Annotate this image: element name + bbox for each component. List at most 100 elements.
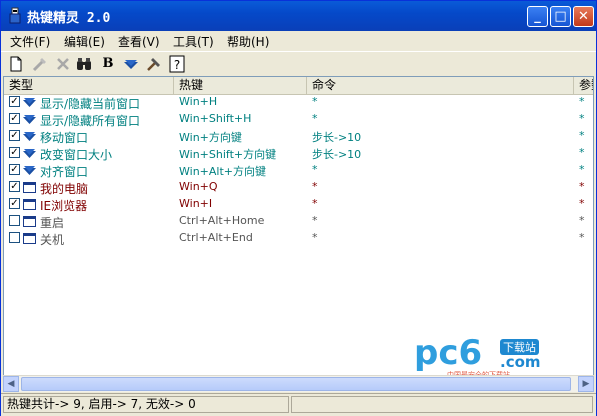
row-name: 移动窗口 (40, 131, 89, 145)
table-row[interactable]: 关机 Ctrl+Alt+End * * (4, 230, 593, 247)
app-logo-icon (9, 7, 21, 24)
down-arrow-icon (23, 149, 36, 158)
table-row[interactable]: ✓ 显示/隐藏所有窗口 Win+Shift+H * * (4, 111, 593, 128)
row-checkbox[interactable]: ✓ (9, 113, 20, 124)
menu-file[interactable]: 文件(F) (10, 33, 50, 50)
row-command: * (312, 214, 318, 227)
row-param: * (579, 146, 585, 159)
toolbar: B ? (1, 51, 596, 76)
help-icon[interactable]: ? (168, 55, 186, 73)
menu-edit[interactable]: 编辑(E) (64, 33, 105, 50)
menu-help[interactable]: 帮助(H) (227, 33, 269, 50)
row-name: 改变窗口大小 (40, 148, 113, 162)
row-hotkey: Ctrl+Alt+End (179, 231, 253, 244)
status-text: 热键共计-> 9, 启用-> 7, 无效-> 0 (3, 396, 289, 413)
table-row[interactable]: ✓ 我的电脑 Win+Q * * (4, 179, 593, 196)
binoculars-icon[interactable] (75, 55, 93, 73)
column-header-command[interactable]: 命令 (307, 77, 574, 94)
row-name: 关机 (40, 233, 65, 247)
table-row[interactable]: ✓ IE浏览器 Win+I * * (4, 196, 593, 213)
row-checkbox[interactable]: ✓ (9, 164, 20, 175)
new-file-icon[interactable] (7, 55, 25, 73)
row-param: * (579, 95, 585, 108)
row-param: * (579, 163, 585, 176)
status-bar: 热键共计-> 9, 启用-> 7, 无效-> 0 (1, 393, 596, 416)
row-command: * (312, 95, 318, 108)
row-checkbox[interactable] (9, 232, 20, 243)
row-checkbox[interactable]: ✓ (9, 198, 20, 209)
row-checkbox[interactable]: ✓ (9, 181, 20, 192)
horizontal-scrollbar[interactable]: ◀ ▶ (3, 375, 594, 392)
column-header-param[interactable]: 参数 (574, 77, 593, 94)
row-param: * (579, 197, 585, 210)
row-checkbox[interactable] (9, 215, 20, 226)
row-command: 步长->10 (312, 148, 362, 161)
table-row[interactable]: ✓ 移动窗口 Win+方向键 步长->10 * (4, 128, 593, 145)
row-hotkey: Win+H (179, 95, 218, 108)
row-checkbox[interactable]: ✓ (9, 147, 20, 158)
menu-tools[interactable]: 工具(T) (173, 33, 214, 50)
scroll-left-button[interactable]: ◀ (3, 376, 19, 392)
brush-icon[interactable] (31, 55, 49, 73)
window-icon (23, 233, 36, 244)
row-hotkey: Win+I (179, 197, 213, 210)
minimize-icon: _ (534, 9, 541, 24)
row-command: * (312, 163, 318, 176)
table-row[interactable]: ✓ 对齐窗口 Win+Alt+方向键 * * (4, 162, 593, 179)
row-hotkey: Win+Q (179, 180, 218, 193)
watermark-logo: pc6 (414, 333, 483, 373)
menu-bar: 文件(F) 编辑(E) 查看(V) 工具(T) 帮助(H) (1, 31, 596, 51)
row-name: 显示/隐藏所有窗口 (40, 114, 141, 128)
status-panel-empty (291, 396, 593, 413)
down-arrow-icon (23, 115, 36, 124)
row-command: * (312, 180, 318, 193)
row-param: * (579, 214, 585, 227)
row-hotkey: Win+Shift+方向键 (179, 148, 277, 161)
row-hotkey: Win+方向键 (179, 131, 242, 144)
row-param: * (579, 112, 585, 125)
chevron-left-icon: ◀ (7, 379, 15, 389)
row-command: * (312, 112, 318, 125)
scroll-right-button[interactable]: ▶ (578, 376, 594, 392)
delete-x-icon[interactable] (54, 55, 72, 73)
svg-text:?: ? (174, 58, 180, 72)
row-name: IE浏览器 (40, 199, 88, 213)
row-command: 步长->10 (312, 131, 362, 144)
hammer-icon[interactable] (145, 55, 163, 73)
maximize-button[interactable]: □ (550, 6, 571, 27)
scroll-thumb[interactable] (21, 377, 571, 391)
window-icon (23, 199, 36, 210)
row-name: 重启 (40, 216, 65, 230)
watermark-domain: .com (500, 353, 541, 371)
minimize-button[interactable]: _ (527, 6, 548, 27)
close-icon: ✕ (578, 9, 589, 24)
column-header-hotkey[interactable]: 热键 (174, 77, 307, 94)
row-param: * (579, 129, 585, 142)
table-row[interactable]: 重启 Ctrl+Alt+Home * * (4, 213, 593, 230)
row-checkbox[interactable]: ✓ (9, 130, 20, 141)
window-icon (23, 182, 36, 193)
row-command: * (312, 231, 318, 244)
bold-button[interactable]: B (99, 55, 117, 73)
row-checkbox[interactable]: ✓ (9, 96, 20, 107)
window-icon (23, 216, 36, 227)
table-row[interactable]: ✓ 改变窗口大小 Win+Shift+方向键 步长->10 * (4, 145, 593, 162)
row-name: 对齐窗口 (40, 165, 89, 179)
chevron-right-icon: ▶ (582, 379, 590, 389)
pc6-watermark: pc6 下载站 .com 中国最安全的下载站 (414, 333, 546, 379)
window-title: 热键精灵 2.0 (27, 11, 111, 26)
row-command: * (312, 197, 318, 210)
row-hotkey: Win+Alt+方向键 (179, 165, 266, 178)
menu-view[interactable]: 查看(V) (118, 33, 160, 50)
close-button[interactable]: ✕ (573, 6, 594, 27)
column-header-type[interactable]: 类型 (4, 77, 174, 94)
down-arrow-icon[interactable] (122, 55, 140, 73)
row-name: 我的电脑 (40, 182, 89, 196)
app-window: 热键精灵 2.0 _ □ ✕ 文件(F) 编辑(E) 查看(V) 工具(T) 帮… (0, 0, 597, 416)
maximize-icon: □ (554, 9, 567, 24)
row-param: * (579, 180, 585, 193)
down-arrow-icon (23, 98, 36, 107)
row-hotkey: Win+Shift+H (179, 112, 252, 125)
table-row[interactable]: ✓ 显示/隐藏当前窗口 Win+H * * (4, 94, 593, 111)
title-bar[interactable]: 热键精灵 2.0 _ □ ✕ (1, 1, 596, 32)
